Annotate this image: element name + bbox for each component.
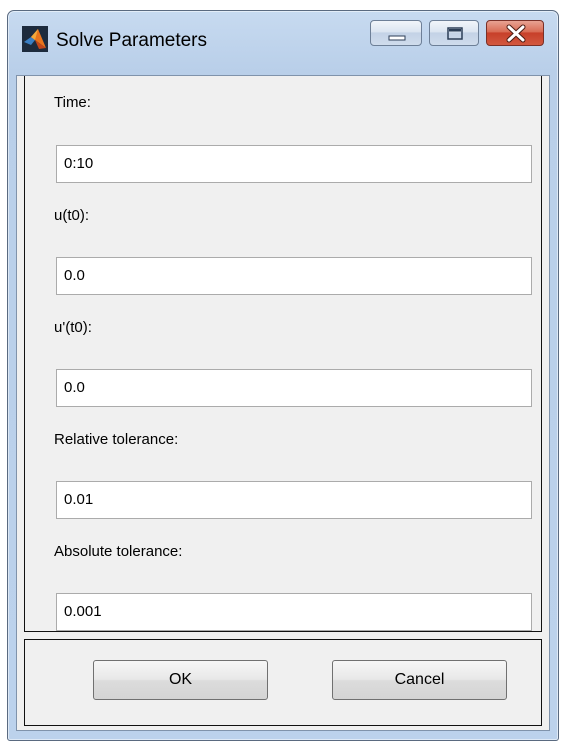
absolute-tolerance-input[interactable]: 0.001 [56,593,532,631]
u-prime-t0-input[interactable]: 0.0 [56,369,532,407]
relative-tolerance-input[interactable]: 0.01 [56,481,532,519]
time-label: Time: [54,94,91,111]
close-icon [506,24,526,43]
dialog-client-area: Time: 0:10 u(t0): 0.0 u'(t0): 0.0 Relati… [16,75,550,731]
time-input[interactable]: 0:10 [56,145,532,183]
maximize-icon [447,27,463,40]
window-title: Solve Parameters [56,30,208,51]
absolute-tolerance-label: Absolute tolerance: [54,543,183,560]
u-t0-input[interactable]: 0.0 [56,257,532,295]
dialog-window: Solve Parameters Time: 0:10 u(t0): 0.0 u… [7,10,559,741]
minimize-button[interactable] [370,20,422,46]
close-button[interactable] [486,20,544,46]
matlab-logo-icon [22,26,48,52]
maximize-button[interactable] [429,20,479,46]
u-prime-t0-label: u'(t0): [54,319,92,336]
ok-button[interactable]: OK [93,660,268,700]
title-bar[interactable]: Solve Parameters [8,11,558,75]
relative-tolerance-label: Relative tolerance: [54,431,179,448]
u-t0-label: u(t0): [54,207,90,224]
minimize-icon [388,35,406,41]
cancel-button[interactable]: Cancel [332,660,507,700]
